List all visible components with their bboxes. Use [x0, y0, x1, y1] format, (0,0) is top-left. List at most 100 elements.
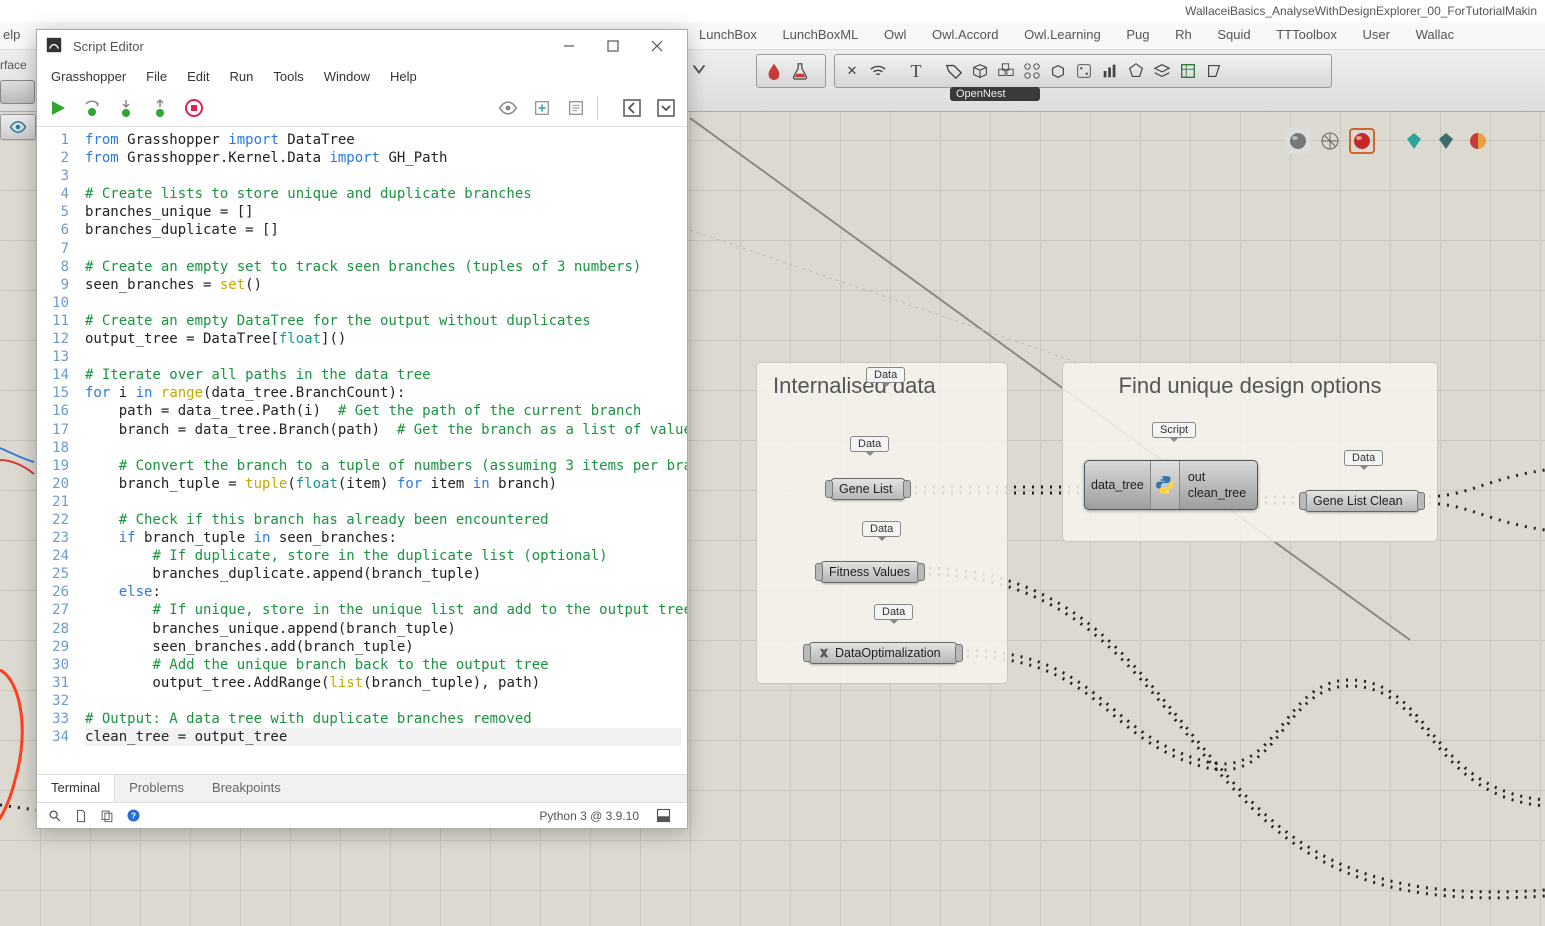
- compass-icon[interactable]: ✕: [841, 60, 863, 82]
- tag-icon[interactable]: [943, 60, 965, 82]
- tab-wallacei[interactable]: Wallac: [1405, 22, 1466, 47]
- node-gene-list-clean[interactable]: Gene List Clean: [1304, 490, 1420, 512]
- next-button[interactable]: [653, 95, 679, 121]
- tab-user[interactable]: User: [1352, 22, 1401, 47]
- dropdown-arrow-icon[interactable]: [690, 60, 708, 78]
- search-icon[interactable]: [45, 806, 65, 826]
- node-label: Fitness Values: [829, 565, 910, 579]
- node-fitness-values[interactable]: Fitness Values: [820, 561, 920, 583]
- editor-toolbar: [37, 90, 687, 126]
- view-toggle-button[interactable]: [0, 114, 36, 140]
- tab-problems[interactable]: Problems: [115, 775, 198, 802]
- code-content[interactable]: from Grasshopper import DataTreefrom Gra…: [79, 127, 687, 774]
- menu-run[interactable]: Run: [220, 65, 264, 88]
- tab-fragment: rface: [0, 58, 27, 72]
- svg-text:?: ?: [130, 812, 135, 821]
- python-icon: [1150, 461, 1180, 509]
- node-gene-list[interactable]: Gene List: [830, 478, 906, 500]
- minimize-button[interactable]: [547, 31, 591, 61]
- editor-title: Script Editor: [73, 39, 144, 54]
- droplet-icon[interactable]: [763, 60, 785, 82]
- prev-button[interactable]: [619, 95, 645, 121]
- sphere-grey-icon[interactable]: [1285, 128, 1311, 154]
- toolbar-cluster-opennest[interactable]: ✕ T: [834, 54, 1332, 88]
- node-label: Gene List Clean: [1313, 494, 1403, 508]
- code-editor[interactable]: 1234567891011121314151617181920212223242…: [37, 126, 687, 774]
- document-title: WallaceiBasics_AnalyseWithDesignExplorer…: [1185, 0, 1537, 22]
- viewport-icons: [1285, 128, 1491, 154]
- tab-squid[interactable]: Squid: [1206, 22, 1261, 47]
- toolbar-cluster-solvers[interactable]: [756, 54, 826, 88]
- menu-grasshopper[interactable]: Grasshopper: [41, 65, 136, 88]
- maximize-button[interactable]: [591, 31, 635, 61]
- menu-help[interactable]: Help: [380, 65, 427, 88]
- script-component[interactable]: data_tree out clean_tree: [1084, 460, 1258, 510]
- node-dataoptimalization[interactable]: DataOptimalization: [808, 642, 958, 664]
- tab-owl-learning[interactable]: Owl.Learning: [1013, 22, 1112, 47]
- circle-split-icon[interactable]: [1465, 128, 1491, 154]
- menu-window[interactable]: Window: [314, 65, 380, 88]
- add-button[interactable]: [529, 95, 555, 121]
- close-button[interactable]: [635, 31, 679, 61]
- wifi-icon[interactable]: [867, 60, 889, 82]
- line-gutter: 1234567891011121314151617181920212223242…: [37, 127, 79, 774]
- tab-lunchboxml[interactable]: LunchBoxML: [771, 22, 869, 47]
- file-icon[interactable]: [71, 806, 91, 826]
- step-over-button[interactable]: [79, 95, 105, 121]
- run-button[interactable]: [45, 95, 71, 121]
- tab-owl-accord[interactable]: Owl.Accord: [921, 22, 1009, 47]
- script-output-1: out: [1188, 470, 1246, 484]
- copy-icon[interactable]: [97, 806, 117, 826]
- gem-teal-icon[interactable]: [1401, 128, 1427, 154]
- box3d-icon[interactable]: [1047, 60, 1069, 82]
- tab-owl[interactable]: Owl: [873, 22, 917, 47]
- boxes-icon[interactable]: [995, 60, 1017, 82]
- app-icon: [45, 36, 65, 56]
- tab-breakpoints[interactable]: Breakpoints: [198, 775, 295, 802]
- menu-file[interactable]: File: [136, 65, 177, 88]
- opennest-label: OpenNest: [950, 87, 1040, 101]
- toggle-panel-icon[interactable]: [653, 806, 673, 826]
- gem-dark-icon[interactable]: [1433, 128, 1459, 154]
- python-version-label[interactable]: Python 3 @ 3.9.10: [539, 809, 639, 823]
- help-icon[interactable]: ?: [123, 806, 143, 826]
- preview-toggle-button[interactable]: [495, 95, 521, 121]
- cube-icon[interactable]: [969, 60, 991, 82]
- step-into-button[interactable]: [113, 95, 139, 121]
- dice-icon[interactable]: [1073, 60, 1095, 82]
- stop-button[interactable]: [181, 95, 207, 121]
- tab-rh[interactable]: Rh: [1164, 22, 1203, 47]
- layers-icon[interactable]: [1151, 60, 1173, 82]
- editor-menubar: Grasshopper File Edit Run Tools Window H…: [37, 62, 687, 90]
- data-tag: Data: [1344, 450, 1383, 466]
- node-label: DataOptimalization: [835, 646, 941, 660]
- editor-bottom-tabs: Terminal Problems Breakpoints: [37, 774, 687, 802]
- spreadsheet-icon[interactable]: [1177, 60, 1199, 82]
- script-output-2: clean_tree: [1188, 486, 1246, 500]
- editor-statusbar: ? Python 3 @ 3.9.10: [37, 802, 687, 828]
- grid-icon[interactable]: [1021, 60, 1043, 82]
- tab-lunchbox[interactable]: LunchBox: [688, 22, 768, 47]
- tab-fragment-left: elp: [0, 27, 23, 42]
- tab-terminal[interactable]: Terminal: [37, 775, 115, 802]
- script-tag: Script: [1152, 422, 1196, 438]
- chart-icon[interactable]: [1099, 60, 1121, 82]
- toolbar-group-left[interactable]: [0, 80, 35, 104]
- data-tag: Data: [862, 521, 901, 537]
- data-tag: Data: [866, 367, 905, 383]
- polygon-icon[interactable]: [1125, 60, 1147, 82]
- publish-button[interactable]: [563, 95, 589, 121]
- shape-icon[interactable]: [1203, 60, 1225, 82]
- menu-edit[interactable]: Edit: [177, 65, 219, 88]
- tab-tttoolbox[interactable]: TTToolbox: [1265, 22, 1348, 47]
- flask-icon[interactable]: [789, 60, 811, 82]
- editor-titlebar[interactable]: Script Editor: [37, 30, 687, 62]
- menu-tools[interactable]: Tools: [263, 65, 313, 88]
- text-icon[interactable]: T: [905, 60, 927, 82]
- main-titlebar: WallaceiBasics_AnalyseWithDesignExplorer…: [0, 0, 1545, 22]
- tab-pug[interactable]: Pug: [1115, 22, 1160, 47]
- node-label: Gene List: [839, 482, 893, 496]
- step-out-button[interactable]: [147, 95, 173, 121]
- wireframe-icon[interactable]: [1317, 128, 1343, 154]
- sphere-red-icon[interactable]: [1349, 128, 1375, 154]
